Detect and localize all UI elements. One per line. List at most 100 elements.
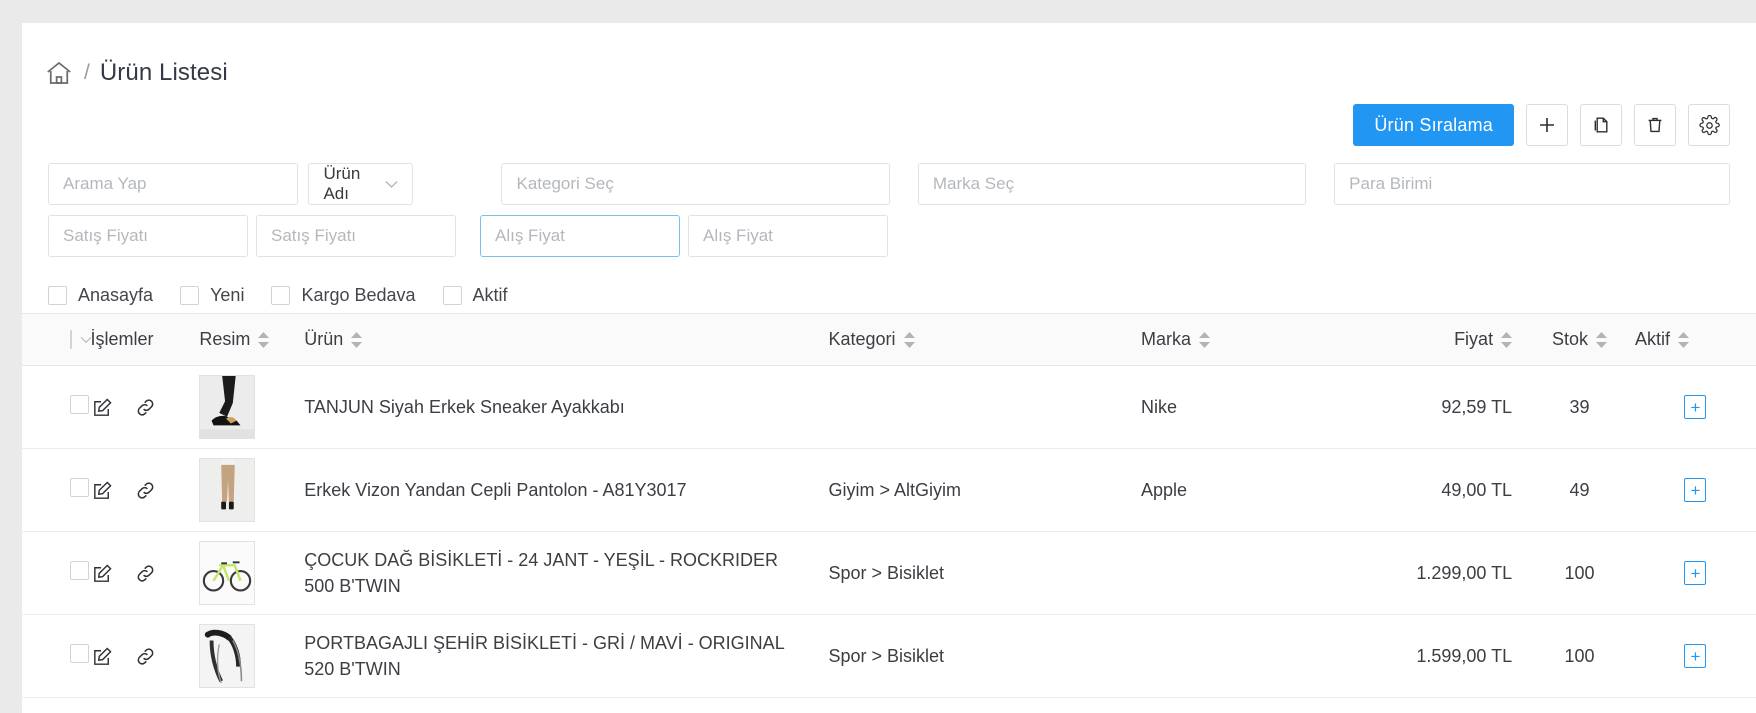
row-actions-cell bbox=[90, 614, 200, 698]
kategori-select[interactable]: Kategori Seç bbox=[501, 163, 890, 205]
checkbox-label: Aktif bbox=[472, 284, 508, 305]
link-icon[interactable] bbox=[134, 396, 157, 419]
table-row[interactable]: Erkek Vizon Yandan Cepli Pantolon - A81Y… bbox=[22, 448, 1756, 532]
checkbox-anasayfa[interactable]: Anasayfa bbox=[48, 285, 153, 306]
trash-icon bbox=[1645, 115, 1665, 135]
link-icon[interactable] bbox=[134, 562, 157, 585]
table-body: TANJUN Siyah Erkek Sneaker Ayakkabı Nike… bbox=[22, 365, 1756, 698]
search-input[interactable]: Arama Yap bbox=[48, 163, 299, 205]
row-actions-cell bbox=[90, 531, 200, 615]
sort-icon[interactable] bbox=[1596, 331, 1608, 348]
breadcrumb: / Ürün Listesi bbox=[22, 23, 1756, 95]
link-icon[interactable] bbox=[134, 479, 157, 502]
product-table: İşlemler Resim Ürün Kategori Marka Fiyat… bbox=[22, 313, 1756, 698]
row-active-toggle[interactable]: + bbox=[1684, 561, 1707, 585]
th-marka: Marka bbox=[1141, 313, 1343, 366]
checkbox-kargo-bedava[interactable]: Kargo Bedava bbox=[271, 284, 416, 306]
row-active-toggle[interactable]: + bbox=[1684, 395, 1707, 419]
row-checkbox[interactable] bbox=[70, 644, 89, 663]
row-checkbox[interactable] bbox=[70, 478, 89, 497]
row-checkbox[interactable] bbox=[70, 561, 89, 580]
th-label: Stok bbox=[1552, 329, 1589, 349]
th-urun: Ürün bbox=[304, 313, 829, 366]
row-product-cell: Erkek Vizon Yandan Cepli Pantolon - A81Y… bbox=[304, 448, 829, 532]
sneaker-thumbnail bbox=[199, 375, 256, 439]
para-birimi-select[interactable]: Para Birimi bbox=[1334, 163, 1731, 205]
th-label: Marka bbox=[1141, 329, 1192, 349]
select-all-checkbox[interactable] bbox=[70, 330, 72, 349]
edit-icon[interactable] bbox=[91, 562, 114, 585]
th-fiyat: Fiyat bbox=[1342, 313, 1525, 366]
table-header-row: İşlemler Resim Ürün Kategori Marka Fiyat… bbox=[22, 313, 1756, 366]
checkbox-aktif[interactable]: Aktif bbox=[442, 284, 508, 306]
row-checkbox[interactable] bbox=[70, 395, 89, 414]
th-aktif: Aktif bbox=[1634, 313, 1756, 366]
sort-icon[interactable] bbox=[903, 331, 915, 348]
table-row[interactable]: TANJUN Siyah Erkek Sneaker Ayakkabı Nike… bbox=[22, 365, 1756, 449]
row-thumbnail-cell bbox=[199, 614, 305, 698]
th-select-all bbox=[22, 313, 92, 366]
edit-icon[interactable] bbox=[91, 645, 114, 668]
checkbox-box[interactable] bbox=[180, 285, 200, 305]
row-category-cell: Spor > Bisiklet bbox=[828, 614, 1141, 698]
gear-icon bbox=[1698, 114, 1720, 136]
row-active-toggle[interactable]: + bbox=[1684, 478, 1707, 502]
th-islemler: İşlemler bbox=[90, 313, 200, 366]
table-row[interactable]: ÇOCUK DAĞ BİSİKLETİ - 24 JANT - YEŞİL - … bbox=[22, 531, 1756, 615]
home-icon[interactable] bbox=[44, 58, 74, 88]
product-name: TANJUN Siyah Erkek Sneaker Ayakkabı bbox=[304, 396, 625, 417]
sort-icon[interactable] bbox=[1501, 331, 1513, 348]
row-category-cell: Giyim > AltGiyim bbox=[828, 448, 1141, 532]
edit-icon[interactable] bbox=[91, 479, 114, 502]
edit-icon[interactable] bbox=[91, 396, 114, 419]
row-brand-cell: Apple bbox=[1141, 448, 1343, 532]
th-label: Ürün bbox=[304, 329, 344, 349]
add-button[interactable] bbox=[1526, 104, 1568, 146]
settings-button[interactable] bbox=[1688, 104, 1730, 146]
alis-fiyat-min-input[interactable]: Alış Fiyat bbox=[480, 215, 680, 257]
row-active-cell: + bbox=[1634, 365, 1756, 449]
row-active-cell: + bbox=[1634, 448, 1756, 532]
marka-select[interactable]: Marka Seç bbox=[917, 163, 1307, 205]
product-name: ÇOCUK DAĞ BİSİKLETİ - 24 JANT - YEŞİL - … bbox=[304, 549, 779, 596]
row-select-cell bbox=[22, 365, 91, 449]
link-icon[interactable] bbox=[134, 645, 157, 668]
row-price-cell: 49,00 TL bbox=[1342, 448, 1525, 532]
checkbox-box[interactable] bbox=[48, 285, 67, 305]
pants-thumbnail bbox=[199, 458, 256, 522]
handlebar-thumbnail bbox=[199, 624, 256, 688]
row-price-cell: 92,59 TL bbox=[1342, 365, 1525, 449]
alis-fiyat-max-input[interactable]: Alış Fiyat bbox=[688, 215, 888, 257]
product-name: PORTBAGAJLI ŞEHİR BİSİKLETİ - GRİ / MAVİ… bbox=[304, 632, 785, 679]
checkbox-box[interactable] bbox=[271, 285, 291, 305]
sort-icon[interactable] bbox=[1677, 331, 1689, 348]
row-stock-cell: 100 bbox=[1524, 531, 1635, 615]
checkbox-label: Kargo Bedava bbox=[301, 284, 416, 305]
row-active-toggle[interactable]: + bbox=[1684, 644, 1707, 668]
row-actions-cell bbox=[90, 365, 200, 449]
toolbar: Ürün Sıralama bbox=[22, 99, 1756, 151]
delete-button[interactable] bbox=[1634, 104, 1676, 146]
sort-icon[interactable] bbox=[1199, 331, 1211, 348]
sort-icon[interactable] bbox=[351, 331, 363, 348]
th-resim: Resim bbox=[199, 313, 305, 366]
search-field-select[interactable]: Ürün Adı bbox=[308, 163, 414, 205]
boolean-filters: Anasayfa Yeni Kargo Bedava Aktif bbox=[22, 267, 1756, 313]
row-select-cell bbox=[22, 448, 91, 532]
row-brand-cell: Nike bbox=[1141, 365, 1343, 449]
row-brand-cell bbox=[1141, 614, 1343, 698]
row-thumbnail-cell bbox=[199, 365, 305, 449]
satis-fiyati-min-input[interactable]: Satış Fiyatı bbox=[48, 215, 248, 257]
checkbox-box[interactable] bbox=[442, 285, 462, 305]
checkbox-yeni[interactable]: Yeni bbox=[180, 285, 244, 306]
copy-icon bbox=[1591, 115, 1611, 135]
sort-icon[interactable] bbox=[258, 331, 270, 348]
product-list-page: / Ürün Listesi Ürün Sıralama Arama Yap Ü… bbox=[22, 23, 1756, 713]
row-active-cell: + bbox=[1634, 531, 1756, 615]
table-row[interactable]: PORTBAGAJLI ŞEHİR BİSİKLETİ - GRİ / MAVİ… bbox=[22, 614, 1756, 698]
th-label: Aktif bbox=[1634, 329, 1670, 349]
satis-fiyati-max-input[interactable]: Satış Fiyatı bbox=[256, 215, 456, 257]
urun-siralama-button[interactable]: Ürün Sıralama bbox=[1353, 104, 1514, 146]
duplicate-button[interactable] bbox=[1580, 104, 1622, 146]
row-stock-cell: 49 bbox=[1524, 448, 1635, 532]
